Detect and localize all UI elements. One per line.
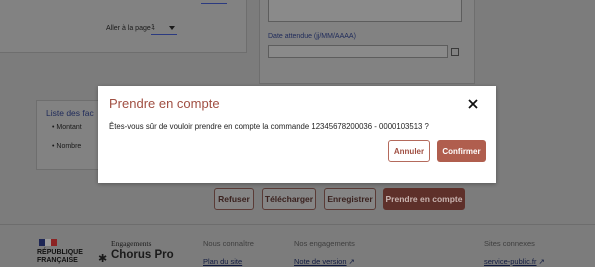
download-button[interactable]: Télécharger — [262, 188, 316, 210]
close-icon[interactable] — [466, 97, 480, 111]
chorus-star-icon: ✱ — [98, 253, 108, 265]
dialog-message: Êtes-vous sûr de vouloir prendre en comp… — [109, 122, 429, 131]
footer-about-title: Nous connaître — [203, 239, 254, 248]
footer-service-public-link[interactable]: service-public.fr ↗ — [484, 257, 545, 266]
invoice-bullet-2: • Nombre — [52, 143, 82, 150]
engagements-text: Engagements — [111, 239, 152, 248]
footer-release-notes-link[interactable]: Note de version ↗ — [294, 257, 355, 266]
republic-text-2: FRANÇAISE — [37, 257, 78, 264]
pagination-underline — [201, 3, 227, 4]
cancel-button[interactable]: Annuler — [388, 140, 430, 162]
date-input[interactable] — [268, 45, 448, 58]
refuse-button[interactable]: Refuser — [214, 188, 254, 210]
page-select[interactable]: 1 — [151, 22, 177, 35]
footer-divider — [0, 224, 595, 225]
take-into-account-button[interactable]: Prendre en compte — [383, 188, 465, 210]
dialog-title: Prendre en compte — [109, 96, 220, 111]
flag-icon — [39, 239, 57, 246]
external-link-icon: ↗ — [348, 257, 355, 266]
chorus-pro-text: Chorus Pro — [111, 249, 174, 261]
calendar-icon[interactable] — [451, 48, 459, 56]
date-panel: Date attendue (jj/MM/AAAA) — [259, 0, 475, 84]
confirm-dialog: Prendre en compte Êtes-vous sûr de voulo… — [98, 86, 496, 183]
invoices-title: Liste des fac — [46, 108, 94, 118]
confirm-button[interactable]: Confirmer — [437, 140, 486, 162]
footer-related-title: Sites connexes — [484, 239, 535, 248]
chorus-logo: Engagements ✱ Chorus Pro — [98, 239, 178, 267]
pagination-panel: Aller à la page : 1 — [0, 0, 247, 53]
invoice-bullet-1: • Montant — [52, 124, 82, 131]
chevron-down-icon — [169, 26, 175, 30]
footer-commitments-title: Nos engagements — [294, 239, 355, 248]
date-label: Date attendue (jj/MM/AAAA) — [268, 33, 356, 40]
save-button[interactable]: Enregistrer — [324, 188, 376, 210]
republic-logo: RÉPUBLIQUE FRANÇAISE — [37, 239, 87, 267]
page-select-value: 1 — [151, 24, 155, 31]
goto-page-label: Aller à la page : — [106, 25, 155, 32]
textarea-field[interactable] — [268, 0, 462, 22]
external-link-icon: ↗ — [538, 257, 545, 266]
footer-sitemap-link[interactable]: Plan du site — [203, 257, 242, 266]
republic-text-1: RÉPUBLIQUE — [37, 249, 83, 256]
